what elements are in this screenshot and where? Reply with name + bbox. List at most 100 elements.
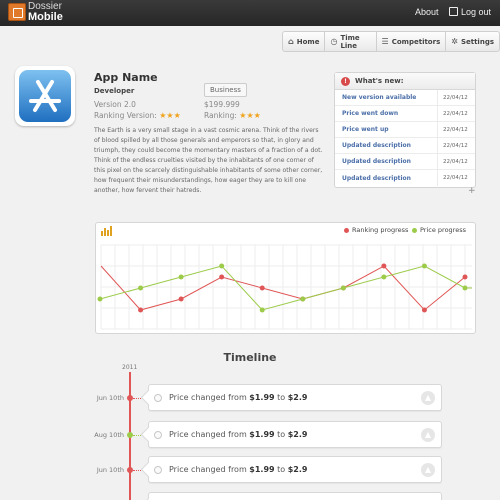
whats-new-text[interactable]: Price went down xyxy=(335,110,437,117)
entry-mid: to xyxy=(274,430,288,439)
ranking-version: Ranking Version: ★★★ xyxy=(94,111,181,120)
whats-new-text[interactable]: Updated description xyxy=(335,142,437,149)
entry-to: $2.9 xyxy=(287,393,308,402)
entry-prefix: Price changed from xyxy=(169,393,250,402)
entry-from: $1.99 xyxy=(249,393,275,402)
whats-new-text[interactable]: Price went up xyxy=(335,126,437,133)
ranking-version-label: Ranking Version: xyxy=(94,111,157,120)
entry-from: $1.99 xyxy=(249,465,275,474)
plus-icon[interactable]: + xyxy=(468,186,476,196)
entry-to: $2.9 xyxy=(287,465,308,474)
list-icon: ☰ xyxy=(381,37,389,46)
entry-to: $2.9 xyxy=(287,430,308,439)
alert-icon: ! xyxy=(341,76,350,86)
legend-dot xyxy=(412,227,417,233)
timeline-card[interactable]: Price changed from $1.99 to $2.9 ▲ xyxy=(140,456,442,483)
whats-new-row[interactable]: Updated description 22/04/12 xyxy=(335,154,475,170)
data-point[interactable] xyxy=(178,274,184,280)
app-store-icon xyxy=(19,70,71,122)
data-point[interactable] xyxy=(259,307,265,313)
data-point[interactable] xyxy=(381,274,387,280)
whats-new-date: 22/04/12 xyxy=(437,106,475,121)
app-price: $199.999 xyxy=(204,100,240,109)
ranking-label: Ranking: xyxy=(204,111,237,120)
whats-new-row[interactable]: Price went down 22/04/12 xyxy=(335,106,475,122)
data-point[interactable] xyxy=(178,296,184,302)
tab-bar: ⌂ Home ◷ Time Line ☰ Competitors ✲ Setti… xyxy=(282,31,500,52)
whats-new-row[interactable]: Price went up 22/04/12 xyxy=(335,122,475,138)
timeline-card[interactable]: Price changed from $1.99 to $2.9 ▲ xyxy=(140,384,442,411)
timeline-entry-text: Price changed from $1.99 to $2.9 xyxy=(169,465,307,474)
whats-new-text[interactable]: Updated description xyxy=(335,158,437,165)
timeline-date: Aug 10th xyxy=(94,431,124,439)
arrow-up-icon[interactable]: ▲ xyxy=(421,463,435,477)
data-point[interactable] xyxy=(421,263,427,269)
timeline-card[interactable] xyxy=(140,492,442,500)
entry-prefix: Price changed from xyxy=(169,430,250,439)
whats-new-date: 22/04/12 xyxy=(437,170,475,186)
timeline-card[interactable]: Price changed from $1.99 to $2.9 ▲ xyxy=(140,421,442,448)
logo-icon[interactable] xyxy=(8,3,26,21)
timeline-date: Jun 10th xyxy=(96,466,124,474)
ranking: Ranking: ★★★ xyxy=(204,111,261,120)
entry-mid: to xyxy=(274,393,288,402)
legend-label: Price progress xyxy=(420,226,466,234)
tab-competitors[interactable]: ☰ Competitors xyxy=(377,32,447,51)
whats-new-row[interactable]: New version available 22/04/12 xyxy=(335,90,475,106)
data-point[interactable] xyxy=(138,285,144,291)
data-point[interactable] xyxy=(421,307,427,313)
star-rating-icon: ★★★ xyxy=(239,111,261,120)
brand-name[interactable]: Dossier Mobile xyxy=(28,2,63,23)
data-point[interactable] xyxy=(219,263,225,269)
tab-label: Home xyxy=(296,37,320,46)
whats-new-date: 22/04/12 xyxy=(437,122,475,137)
whats-new-header: ! What's new: xyxy=(335,73,475,90)
whats-new-row[interactable]: Updated description 22/04/12 xyxy=(335,170,475,186)
radio-icon[interactable] xyxy=(154,431,162,439)
whats-new-text[interactable]: New version available xyxy=(335,94,437,101)
progress-chart xyxy=(95,222,476,334)
whats-new-date: 22/04/12 xyxy=(437,154,475,169)
data-point[interactable] xyxy=(219,274,225,280)
whats-new-text[interactable]: Updated description xyxy=(335,175,437,182)
data-point[interactable] xyxy=(259,285,265,291)
radio-icon[interactable] xyxy=(154,394,162,402)
arrow-up-icon[interactable]: ▲ xyxy=(421,428,435,442)
data-point[interactable] xyxy=(381,263,387,269)
tab-label: Settings xyxy=(460,37,494,46)
whats-new-row[interactable]: Updated description 22/04/12 xyxy=(335,138,475,154)
radio-icon[interactable] xyxy=(154,466,162,474)
tab-time-line[interactable]: ◷ Time Line xyxy=(325,32,377,51)
series-line xyxy=(99,265,472,311)
whats-new-title: What's new: xyxy=(355,77,404,85)
developer-name[interactable]: Developer xyxy=(94,87,134,95)
tab-home[interactable]: ⌂ Home xyxy=(283,32,326,51)
clock-icon: ◷ xyxy=(330,37,338,46)
app-name: App Name xyxy=(94,71,158,84)
logout-icon[interactable] xyxy=(449,7,458,16)
category-badge[interactable]: Business xyxy=(204,83,247,97)
logout-link[interactable]: Log out xyxy=(461,7,491,17)
about-link[interactable]: About xyxy=(415,7,439,17)
entry-prefix: Price changed from xyxy=(169,465,250,474)
tab-settings[interactable]: ✲ Settings xyxy=(446,32,499,51)
whats-new-date: 22/04/12 xyxy=(437,90,475,105)
data-point[interactable] xyxy=(97,296,103,302)
data-point[interactable] xyxy=(300,296,306,302)
entry-from: $1.99 xyxy=(249,430,275,439)
app-description: The Earth is a very small stage in a vas… xyxy=(94,127,323,194)
data-point[interactable] xyxy=(138,307,144,313)
timeline-year: 2011 xyxy=(122,364,138,371)
arrow-up-icon[interactable]: ▲ xyxy=(421,391,435,405)
timeline-entry-text: Price changed from $1.99 to $2.9 xyxy=(169,393,307,402)
data-point[interactable] xyxy=(340,285,346,291)
legend-ranking: Ranking progress xyxy=(344,226,408,234)
gear-icon: ✲ xyxy=(451,37,458,46)
data-point[interactable] xyxy=(462,274,468,280)
data-point[interactable] xyxy=(462,285,468,291)
bar-chart-icon xyxy=(101,226,112,236)
tab-label: Competitors xyxy=(391,37,441,46)
home-icon: ⌂ xyxy=(288,37,294,46)
whats-new-panel: ! What's new: New version available 22/0… xyxy=(334,72,476,188)
app-version: Version 2.0 xyxy=(94,100,136,109)
